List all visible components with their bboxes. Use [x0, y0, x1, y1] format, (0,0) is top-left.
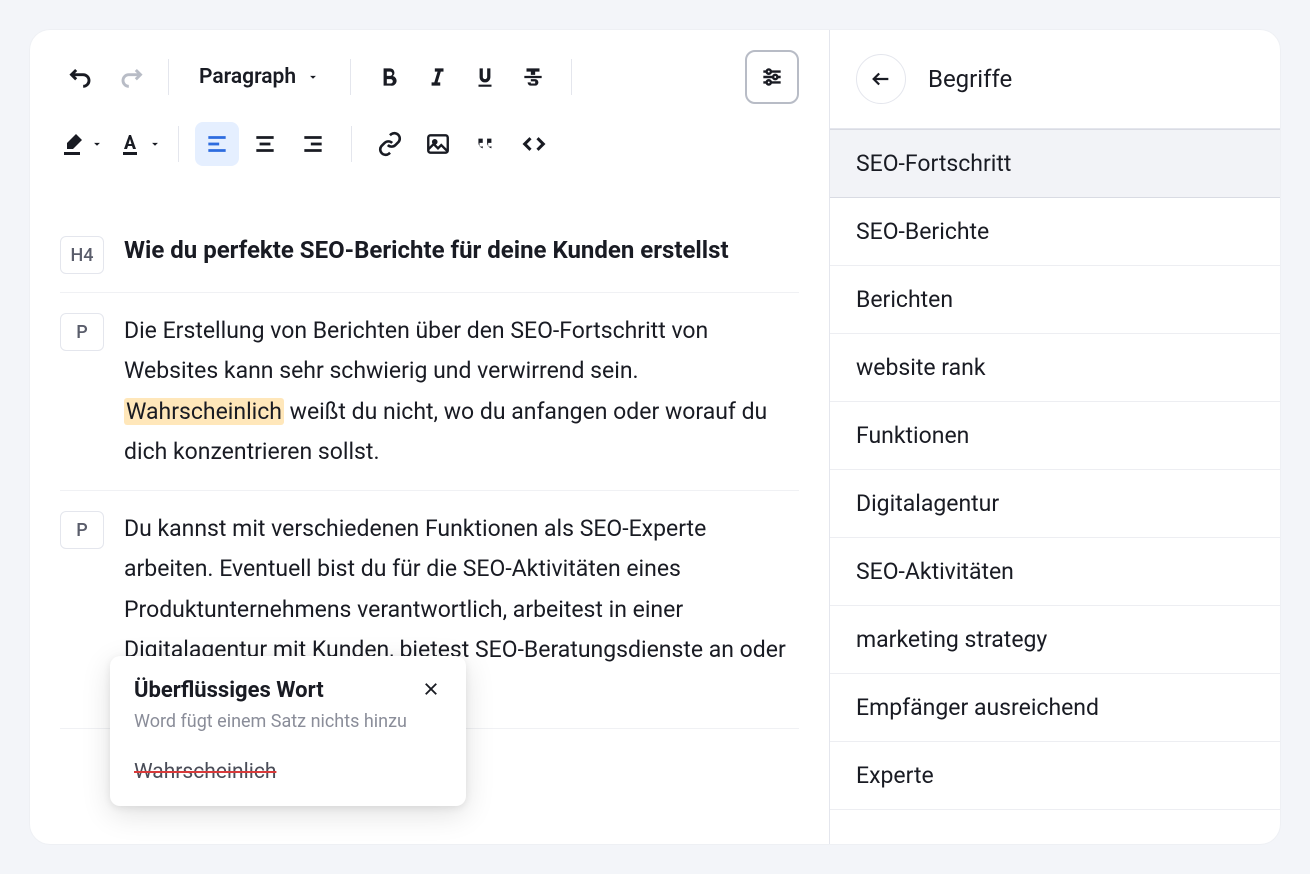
popover-subtitle: Word fügt einem Satz nichts hinzu	[134, 711, 442, 732]
block-tag: H4	[60, 236, 104, 274]
arrow-left-icon	[870, 68, 892, 90]
paragraph-text[interactable]: Die Erstellung von Berichten über den SE…	[124, 311, 799, 472]
toolbar: Paragraph	[30, 30, 829, 176]
chevron-down-icon	[306, 70, 320, 84]
bold-button[interactable]	[367, 55, 411, 99]
quote-button[interactable]	[464, 122, 508, 166]
term-item[interactable]: SEO-Fortschritt	[830, 129, 1280, 198]
text-segment: Die Erstellung von Berichten über den SE…	[124, 317, 708, 384]
text-color-button[interactable]	[118, 122, 162, 166]
divider	[351, 126, 352, 162]
toolbar-row-1: Paragraph	[60, 50, 799, 104]
sidebar-pane: Begriffe SEO-FortschrittSEO-BerichteBeri…	[830, 30, 1280, 844]
paragraph-style-selector[interactable]: Paragraph	[185, 55, 334, 99]
underline-button[interactable]	[463, 55, 507, 99]
content-area: H4 Wie du perfekte SEO-Berichte für dein…	[30, 176, 829, 729]
term-item[interactable]: Berichten	[830, 266, 1280, 334]
term-item[interactable]: Empfänger ausreichend	[830, 674, 1280, 742]
block-tag: P	[60, 511, 104, 549]
paragraph-block[interactable]: P Die Erstellung von Berichten über den …	[60, 293, 799, 491]
paragraph-style-label: Paragraph	[199, 65, 296, 89]
term-item[interactable]: Digitalagentur	[830, 470, 1280, 538]
sidebar-header: Begriffe	[830, 30, 1280, 129]
heading-text[interactable]: Wie du perfekte SEO-Berichte für deine K…	[124, 234, 729, 268]
code-button[interactable]	[512, 122, 556, 166]
term-list[interactable]: SEO-FortschrittSEO-BerichteBerichtenwebs…	[830, 129, 1280, 844]
heading-block[interactable]: H4 Wie du perfekte SEO-Berichte für dein…	[60, 216, 799, 293]
undo-button[interactable]	[60, 55, 104, 99]
image-button[interactable]	[416, 122, 460, 166]
align-right-button[interactable]	[291, 122, 335, 166]
highlight-color-button[interactable]	[60, 122, 104, 166]
chevron-down-icon	[90, 137, 104, 151]
term-item[interactable]: SEO-Berichte	[830, 198, 1280, 266]
link-button[interactable]	[368, 122, 412, 166]
align-left-button[interactable]	[195, 122, 239, 166]
popover-title: Überflüssiges Wort	[134, 678, 324, 703]
block-tag: P	[60, 313, 104, 351]
strikethrough-button[interactable]	[511, 55, 555, 99]
sidebar-title: Begriffe	[928, 65, 1012, 93]
editor-pane: Paragraph	[30, 30, 830, 844]
divider	[178, 126, 179, 162]
term-item[interactable]: website rank	[830, 334, 1280, 402]
close-icon	[422, 680, 440, 698]
suggestion-popover: Überflüssiges Wort Word fügt einem Satz …	[110, 656, 466, 806]
redo-button[interactable]	[108, 55, 152, 99]
divider	[168, 59, 169, 95]
toolbar-row-2	[60, 122, 799, 166]
chevron-down-icon	[148, 137, 162, 151]
app-frame: Paragraph	[30, 30, 1280, 844]
term-item[interactable]: Experte	[830, 742, 1280, 810]
italic-button[interactable]	[415, 55, 459, 99]
highlighted-word[interactable]: Wahrscheinlich	[124, 398, 284, 425]
term-item[interactable]: Funktionen	[830, 402, 1280, 470]
align-center-button[interactable]	[243, 122, 287, 166]
term-item[interactable]: marketing strategy	[830, 606, 1280, 674]
term-item[interactable]: SEO-Aktivitäten	[830, 538, 1280, 606]
popover-strike-word[interactable]: Wahrscheinlich	[134, 760, 442, 784]
back-button[interactable]	[856, 54, 906, 104]
divider	[350, 59, 351, 95]
divider	[571, 59, 572, 95]
settings-sliders-button[interactable]	[745, 50, 799, 104]
close-button[interactable]	[420, 678, 442, 700]
